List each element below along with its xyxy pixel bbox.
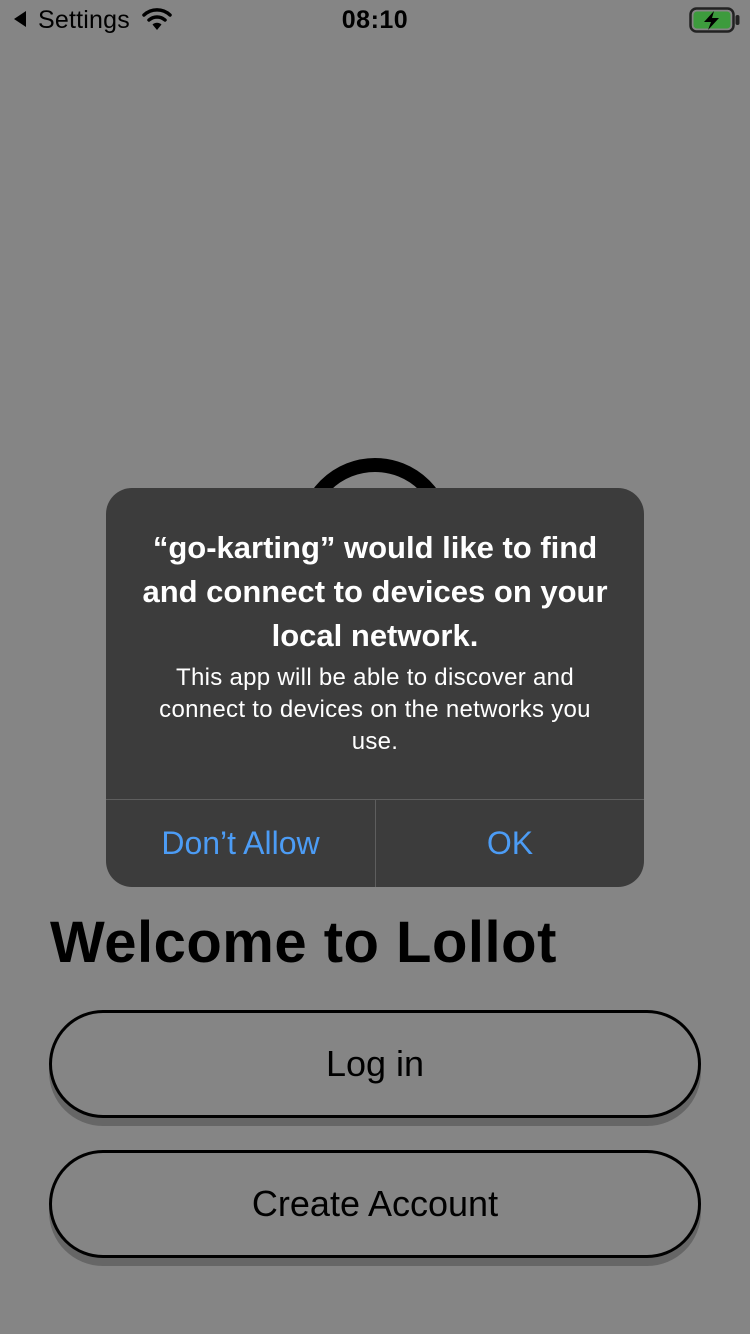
back-to-settings-link[interactable]: Settings: [38, 5, 130, 35]
status-time: 08:10: [341, 6, 409, 34]
battery-charging-icon: [689, 7, 740, 33]
local-network-permission-dialog: “go-karting” would like to find and conn…: [106, 488, 644, 887]
welcome-title: Welcome to Lollot: [50, 910, 557, 975]
create-account-button[interactable]: Create Account: [49, 1150, 701, 1258]
dialog-message: This app will be able to discover and co…: [159, 664, 591, 755]
dialog-body: “go-karting” would like to find and conn…: [106, 488, 644, 799]
back-arrow-icon[interactable]: [14, 11, 26, 27]
dont-allow-button[interactable]: Don’t Allow: [106, 800, 375, 887]
dialog-title: “go-karting” would like to find and conn…: [142, 530, 608, 653]
ok-button[interactable]: OK: [376, 800, 644, 887]
wifi-icon: [142, 8, 172, 30]
status-bar: Settings 08:10: [0, 0, 750, 40]
login-button[interactable]: Log in: [49, 1010, 701, 1118]
